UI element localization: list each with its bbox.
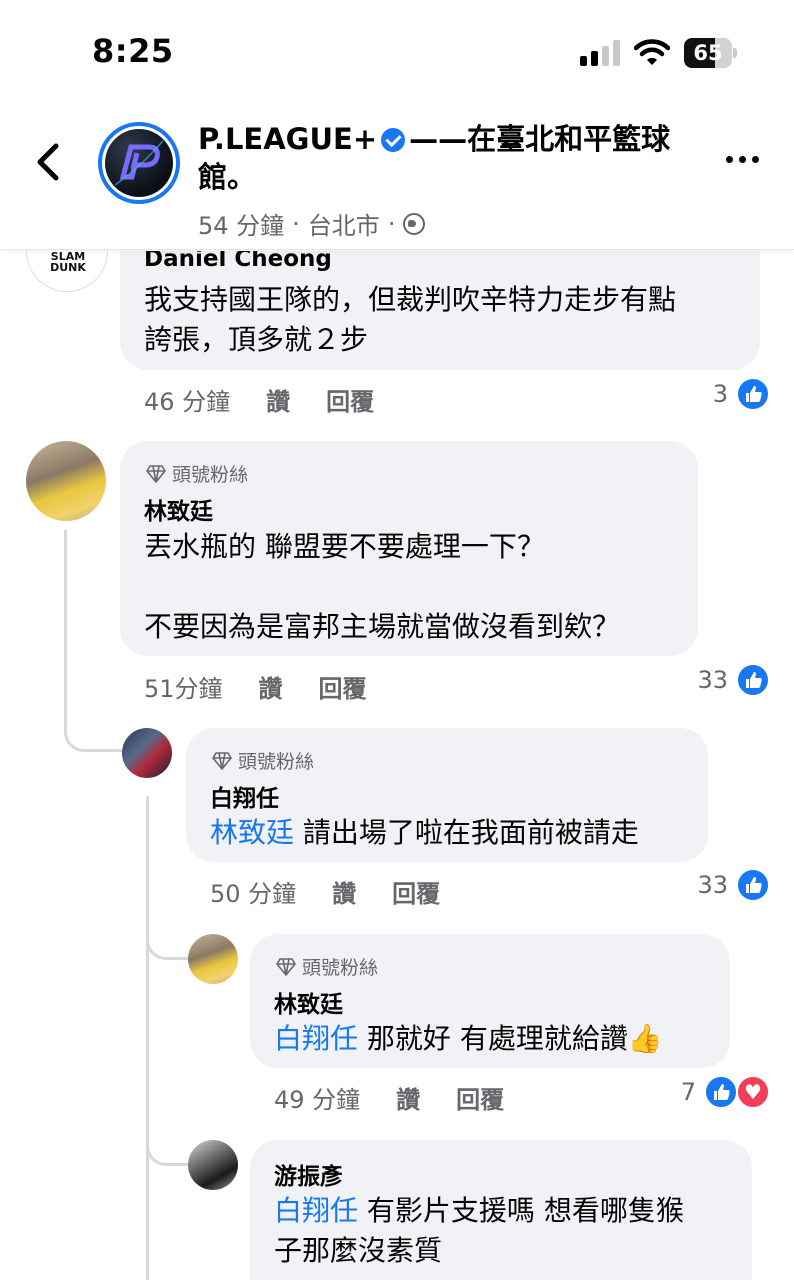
like-button[interactable]: 讚 bbox=[332, 874, 356, 909]
battery-percent: 65 bbox=[693, 41, 723, 65]
comment-text: 丟水瓶的 聯盟要不要處理一下？ bbox=[144, 530, 545, 563]
top-fan-badge: 頭號粉絲 bbox=[146, 460, 248, 487]
comment-author[interactable]: 林致廷 bbox=[144, 492, 213, 526]
badge-label: 頭號粉絲 bbox=[302, 957, 379, 979]
comment-time: 50 分鐘 bbox=[210, 880, 297, 908]
thread-connector bbox=[64, 700, 122, 752]
post-title: P.LEAGUE+ ——在臺北和平籃球館。 bbox=[198, 120, 698, 196]
wifi-icon bbox=[633, 38, 671, 66]
comment-text: 我支持國王隊的，但裁判吹辛特力走步有點 bbox=[144, 283, 677, 316]
like-count: 7 bbox=[680, 1078, 696, 1106]
reply-button[interactable]: 回覆 bbox=[456, 1080, 504, 1115]
like-thumb-icon bbox=[736, 663, 770, 697]
thumbs-up-emoji: 👍 bbox=[627, 1022, 663, 1055]
comment-text: 不要因為是富邦主場就當做沒看到欸？ bbox=[144, 610, 621, 643]
avatar[interactable] bbox=[188, 1140, 238, 1190]
post-location: 台北市 bbox=[307, 212, 380, 240]
page-name[interactable]: P.LEAGUE+ bbox=[198, 122, 377, 156]
comment-actions: 50 分鐘 讚 回覆 bbox=[210, 874, 476, 909]
like-count: 33 bbox=[697, 666, 728, 694]
comment-text: 子那麼沒素質 bbox=[274, 1234, 443, 1267]
comment-author[interactable]: 林致廷 bbox=[274, 985, 343, 1019]
separator: · bbox=[387, 209, 396, 238]
comment-time: 51分鐘 bbox=[144, 675, 223, 703]
comment-text: 誇張，頂多就２步 bbox=[144, 323, 369, 356]
reaction-count[interactable]: 33 bbox=[697, 868, 770, 902]
post-header: P.LEAGUE+ ——在臺北和平籃球館。 54 分鐘 · 台北市 · bbox=[0, 100, 794, 250]
comment-text: 白翔任 有影片支援嗎 想看哪隻猴 bbox=[274, 1191, 684, 1231]
reaction-count[interactable]: 7 bbox=[681, 1075, 770, 1109]
thread-line bbox=[64, 530, 67, 720]
diamond-icon bbox=[146, 464, 166, 483]
reply-button[interactable]: 回覆 bbox=[326, 382, 374, 417]
comment-author[interactable]: 白翔任 bbox=[210, 779, 279, 813]
verified-badge-icon bbox=[381, 128, 406, 152]
avatar-logo-text: SLAM DUNK bbox=[50, 250, 86, 274]
chevron-left-icon[interactable] bbox=[30, 140, 70, 184]
like-button[interactable]: 讚 bbox=[266, 382, 290, 417]
comment-text: 林致廷 請出場了啦在我面前被請走 bbox=[210, 813, 639, 853]
comment-body: 請出場了啦在我面前被請走 bbox=[294, 816, 639, 849]
comment-time: 49 分鐘 bbox=[274, 1086, 361, 1114]
comment-text: 白翔任 那就好 有處理就給讚👍 bbox=[274, 1019, 663, 1059]
like-count: 33 bbox=[697, 871, 728, 899]
comment-actions: 51分鐘 讚 回覆 bbox=[144, 669, 403, 704]
globe-icon bbox=[403, 212, 426, 235]
like-button[interactable]: 讚 bbox=[396, 1080, 420, 1115]
comment-actions: 49 分鐘 讚 回覆 bbox=[274, 1080, 540, 1115]
reply-button[interactable]: 回覆 bbox=[392, 874, 440, 909]
badge-label: 頭號粉絲 bbox=[238, 751, 315, 773]
thread-connector bbox=[146, 1130, 188, 1166]
top-fan-badge: 頭號粉絲 bbox=[276, 953, 378, 980]
reaction-count[interactable]: 3 bbox=[713, 377, 770, 411]
page-avatar[interactable] bbox=[98, 122, 180, 204]
reaction-count[interactable]: 33 bbox=[697, 663, 770, 697]
like-button[interactable]: 讚 bbox=[259, 669, 283, 704]
like-thumb-icon bbox=[704, 1075, 738, 1109]
post-timestamp: 54 分鐘 bbox=[198, 212, 285, 240]
reply-button[interactable]: 回覆 bbox=[319, 669, 367, 704]
top-fan-badge: 頭號粉絲 bbox=[212, 747, 314, 774]
battery-icon: 65 bbox=[684, 38, 737, 68]
avatar[interactable] bbox=[122, 728, 172, 778]
avatar[interactable] bbox=[26, 441, 106, 521]
diamond-icon bbox=[276, 957, 296, 976]
more-horizontal-icon[interactable] bbox=[726, 156, 759, 163]
like-thumb-icon bbox=[736, 377, 770, 411]
separator: · bbox=[292, 209, 300, 238]
mention-link[interactable]: 白翔任 bbox=[274, 1022, 358, 1055]
mention-link[interactable]: 白翔任 bbox=[274, 1194, 358, 1227]
comment-time: 46 分鐘 bbox=[144, 388, 231, 416]
post-meta: 54 分鐘 · 台北市 · bbox=[198, 206, 426, 241]
comment-body: 那就好 有處理就給讚 bbox=[358, 1022, 628, 1055]
avatar[interactable] bbox=[188, 934, 238, 984]
like-count: 3 bbox=[712, 380, 728, 408]
love-heart-icon bbox=[736, 1075, 770, 1109]
badge-label: 頭號粉絲 bbox=[172, 464, 249, 486]
comment-actions: 46 分鐘 讚 回覆 bbox=[144, 382, 410, 417]
status-bar: 8:25 65 bbox=[0, 0, 794, 100]
thread-line bbox=[146, 796, 149, 1280]
mention-link[interactable]: 林致廷 bbox=[210, 816, 294, 849]
diamond-icon bbox=[212, 751, 232, 770]
comment-author[interactable]: 游振彥 bbox=[274, 1157, 343, 1191]
thread-connector bbox=[146, 920, 188, 960]
cellular-signal-icon bbox=[580, 40, 622, 66]
status-time: 8:25 bbox=[92, 32, 174, 70]
like-thumb-icon bbox=[736, 868, 770, 902]
comment-body: 有影片支援嗎 想看哪隻猴 bbox=[358, 1194, 684, 1227]
